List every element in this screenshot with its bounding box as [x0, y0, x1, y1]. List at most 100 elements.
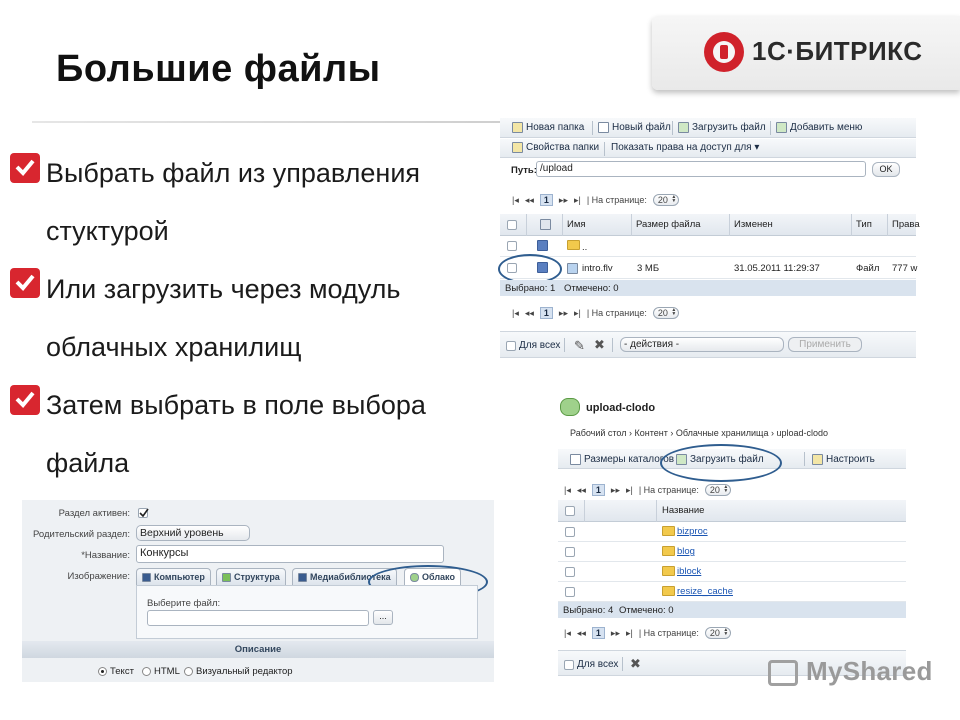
row-type: Файл — [856, 263, 880, 274]
table-row[interactable]: .. — [500, 236, 916, 257]
col-divider — [526, 214, 527, 236]
row-menu-icon[interactable] — [537, 240, 548, 251]
add-menu-button[interactable]: Добавить меню — [776, 122, 862, 133]
row-name[interactable]: .. — [582, 242, 587, 253]
last-page-icon[interactable]: ▸| — [626, 628, 633, 639]
check-icon — [10, 268, 40, 298]
show-rights-dropdown[interactable]: Показать права на доступ для ▾ — [611, 142, 759, 153]
image-label: Изображение: — [67, 571, 130, 582]
next-page-icon[interactable]: ▸▸ — [611, 628, 620, 639]
first-page-icon[interactable]: |◂ — [564, 485, 571, 496]
folder-link[interactable]: bizproc — [662, 526, 708, 537]
next-page-icon[interactable]: ▸▸ — [559, 195, 568, 206]
current-page[interactable]: 1 — [539, 194, 553, 206]
per-page-select[interactable]: 20 — [704, 627, 731, 639]
radio-html[interactable]: HTML — [142, 666, 180, 677]
apply-button[interactable]: Применить — [788, 337, 862, 352]
tab-computer[interactable]: Компьютер — [136, 568, 211, 585]
folder-link[interactable]: resize_cache — [662, 586, 733, 597]
row-checkbox[interactable] — [507, 241, 517, 251]
name-input[interactable]: Конкурсы — [136, 545, 444, 563]
folder-properties-button[interactable]: Свойства папки — [512, 142, 599, 153]
prev-page-icon[interactable]: ◂◂ — [577, 485, 586, 496]
settings-icon — [812, 454, 823, 465]
prev-page-icon[interactable]: ◂◂ — [577, 628, 586, 639]
per-page-select[interactable]: 20 — [652, 194, 679, 206]
folder-name[interactable]: bizproc — [677, 526, 708, 537]
breadcrumb[interactable]: Рабочий стол › Контент › Облачные хранил… — [570, 428, 828, 438]
table-row[interactable]: intro.flv 3 МБ 31.05.2011 11:29:37 Файл … — [500, 258, 917, 279]
delete-icon[interactable]: ✖ — [594, 337, 605, 353]
col-type[interactable]: Тип — [856, 219, 872, 230]
upload-file-button[interactable]: Загрузить файл — [678, 122, 766, 133]
col-size[interactable]: Размер файла — [636, 219, 701, 230]
last-page-icon[interactable]: ▸| — [626, 485, 633, 496]
new-folder-button[interactable]: Новая папка — [512, 122, 584, 133]
folder-name[interactable]: blog — [677, 546, 695, 557]
first-page-icon[interactable]: |◂ — [512, 308, 519, 319]
for-all-label: Для всех — [577, 659, 619, 670]
dir-sizes-button[interactable]: Размеры каталогов — [570, 454, 674, 465]
last-page-icon[interactable]: ▸| — [574, 195, 581, 206]
radio-visual-editor[interactable]: Визуальный редактор — [184, 666, 293, 677]
row-name[interactable]: intro.flv — [582, 263, 613, 274]
delete-icon[interactable]: ✖ — [630, 656, 641, 672]
table-row[interactable]: blog — [558, 542, 906, 562]
browse-button[interactable]: ... — [373, 610, 393, 625]
settings-button[interactable]: Настроить — [812, 454, 875, 465]
col-divider — [631, 214, 632, 236]
folder-link[interactable]: blog — [662, 546, 695, 557]
edit-icon[interactable]: ✎ — [574, 338, 585, 354]
current-page[interactable]: 1 — [539, 307, 553, 319]
folder-name[interactable]: resize_cache — [677, 586, 733, 597]
radio-icon — [142, 666, 151, 676]
for-all-checkbox[interactable]: Для всех — [506, 340, 560, 351]
row-checkbox[interactable] — [565, 527, 575, 537]
folder-icon — [662, 566, 675, 577]
status-marked: Отмечено: 0 — [619, 605, 674, 616]
last-page-icon[interactable]: ▸| — [574, 308, 581, 319]
next-page-icon[interactable]: ▸▸ — [611, 485, 620, 496]
for-all-checkbox[interactable]: Для всех — [564, 659, 618, 670]
radio-text[interactable]: Текст — [98, 666, 134, 677]
first-page-icon[interactable]: |◂ — [512, 195, 519, 206]
active-checkbox[interactable] — [138, 508, 149, 518]
folder-name[interactable]: iblock — [677, 566, 701, 577]
current-page[interactable]: 1 — [591, 627, 605, 639]
tab-structure[interactable]: Структура — [216, 568, 286, 585]
new-file-button[interactable]: Новый файл — [598, 122, 671, 133]
folder-link[interactable]: iblock — [662, 566, 701, 577]
row-checkbox[interactable] — [565, 567, 575, 577]
path-input[interactable]: /upload — [536, 161, 866, 177]
ok-button[interactable]: OK — [872, 162, 900, 177]
row-checkbox[interactable] — [565, 547, 575, 557]
cloud-table-header: Название — [558, 500, 906, 522]
per-page-select[interactable]: 20 — [704, 484, 731, 496]
logo-text: 1С·БИТРИКС — [752, 36, 923, 66]
table-row[interactable]: resize_cache — [558, 582, 906, 602]
col-rights[interactable]: Права — [892, 219, 920, 230]
bullet-3-line1: Затем выбрать в поле выбора — [46, 390, 426, 420]
parent-select[interactable]: Верхний уровень — [136, 525, 250, 541]
prev-page-icon[interactable]: ◂◂ — [525, 195, 534, 206]
per-page-label: | На странице: — [586, 195, 647, 205]
folder-icon — [512, 122, 523, 133]
col-title[interactable]: Название — [662, 505, 704, 516]
col-modified[interactable]: Изменен — [734, 219, 773, 230]
toolbar-separator — [604, 142, 605, 156]
fileman-toolbar-1: Новая папка Новый файл Загрузить файл До… — [500, 118, 916, 138]
choose-file-input[interactable] — [147, 610, 369, 626]
prev-page-icon[interactable]: ◂◂ — [525, 308, 534, 319]
current-page[interactable]: 1 — [591, 484, 605, 496]
first-page-icon[interactable]: |◂ — [564, 628, 571, 639]
select-all-checkbox[interactable] — [565, 506, 575, 516]
next-page-icon[interactable]: ▸▸ — [559, 308, 568, 319]
row-checkbox[interactable] — [565, 587, 575, 597]
actions-select[interactable]: - действия - — [620, 337, 784, 352]
select-all-checkbox[interactable] — [507, 220, 517, 230]
col-name[interactable]: Имя — [567, 219, 586, 230]
per-page-select[interactable]: 20 — [652, 307, 679, 319]
table-row[interactable]: iblock — [558, 562, 906, 582]
checkbox-box — [564, 659, 574, 670]
table-row[interactable]: bizproc — [558, 522, 906, 542]
